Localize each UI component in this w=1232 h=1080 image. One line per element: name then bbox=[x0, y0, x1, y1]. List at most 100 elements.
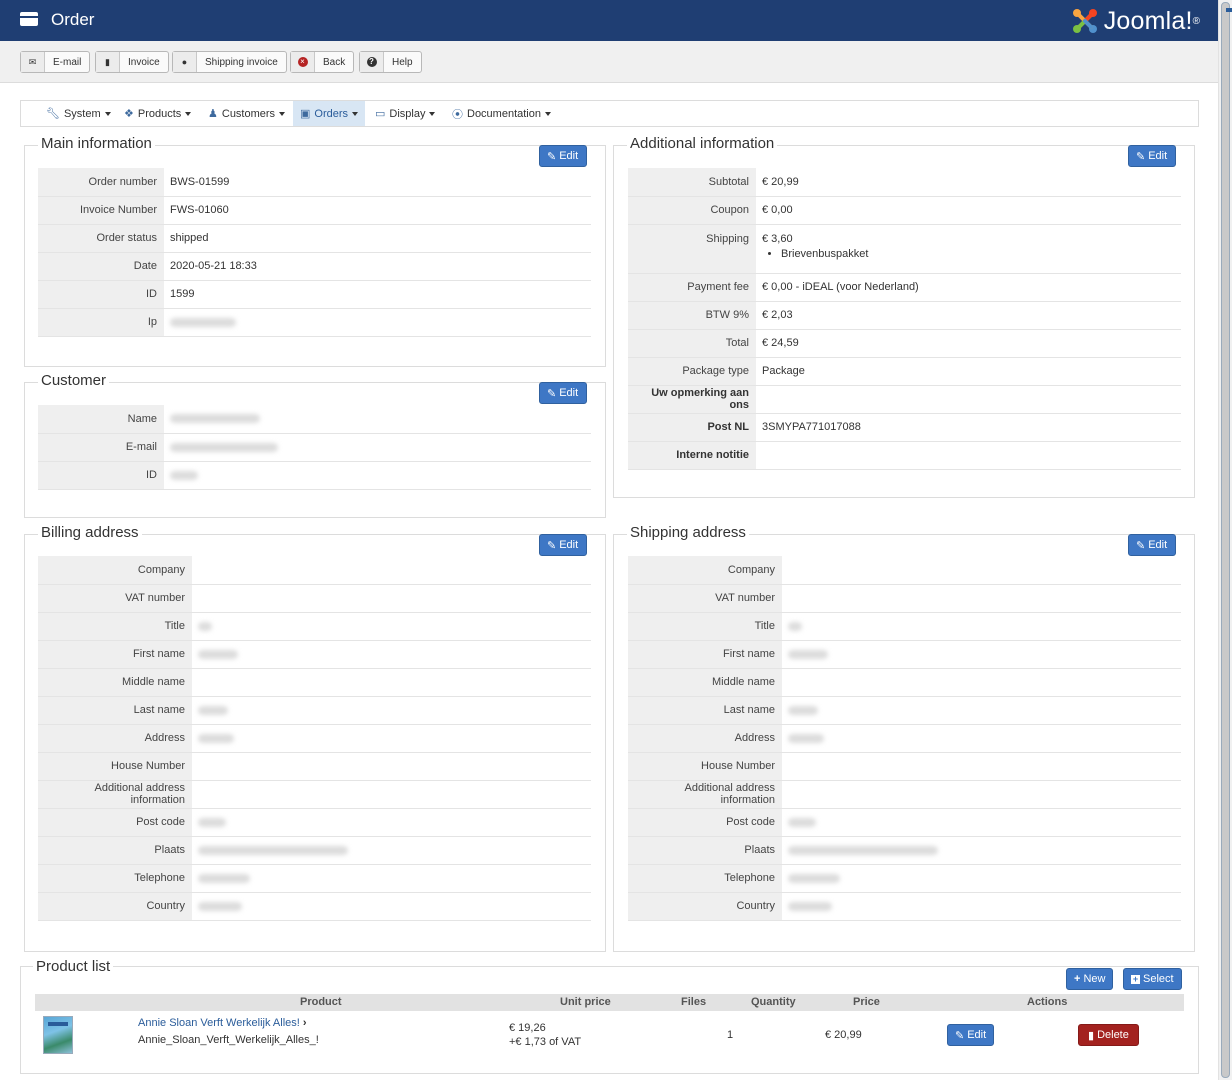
envelope-icon: ✉ bbox=[21, 52, 45, 72]
page-title: Order bbox=[51, 10, 95, 29]
wrench-icon: 🔧︎ bbox=[46, 108, 60, 120]
redacted-value bbox=[788, 649, 828, 659]
table-row: Company bbox=[628, 556, 1181, 585]
toolbar: ✉ E-mail ▮ Invoice ● Shipping invoice × … bbox=[0, 41, 1218, 83]
table-row: Plaats bbox=[38, 836, 591, 865]
select-product-button[interactable]: + Select bbox=[1123, 968, 1182, 990]
email-button[interactable]: ✉ E-mail bbox=[20, 51, 91, 73]
table-row: Company bbox=[38, 556, 591, 585]
quantity: 1 bbox=[727, 1029, 734, 1041]
table-row: First name bbox=[38, 640, 591, 669]
product-thumbnail[interactable] bbox=[43, 1016, 73, 1054]
table-row: First name bbox=[628, 640, 1181, 669]
table-row: Middle name bbox=[38, 668, 591, 697]
product-name-link[interactable]: Annie Sloan Verft Werkelijk Alles! › bbox=[138, 1017, 307, 1029]
table-row: Invoice Number FWS-01060 bbox=[38, 196, 591, 225]
table-row: Middle name bbox=[628, 668, 1181, 697]
menu-customers[interactable]: ♟ Customers bbox=[201, 101, 292, 126]
caret-down-icon bbox=[429, 111, 436, 116]
pencil-icon: ✎ bbox=[1136, 539, 1146, 552]
new-product-button[interactable]: + New bbox=[1066, 968, 1114, 990]
table-row: Shipping€ 3,60Brievenbuspakket bbox=[628, 224, 1181, 274]
plus-icon: + bbox=[1074, 973, 1081, 985]
redacted-value bbox=[198, 873, 250, 883]
redacted-value bbox=[198, 621, 212, 631]
panel-title: Shipping address bbox=[627, 524, 749, 541]
edit-main-information-button[interactable]: ✎ Edit bbox=[539, 145, 588, 167]
table-row: Total € 24,59 bbox=[628, 329, 1181, 358]
redacted-value bbox=[198, 649, 238, 659]
table-row: House Number bbox=[628, 752, 1181, 781]
question-circle-icon: ? bbox=[366, 57, 377, 67]
table-row: VAT number bbox=[38, 584, 591, 613]
page-scrollbar[interactable] bbox=[1218, 0, 1232, 1080]
table-row: Name bbox=[38, 405, 591, 434]
table-row: Coupon € 0,00 bbox=[628, 196, 1181, 225]
redacted-value bbox=[788, 845, 938, 855]
table-row: VAT number bbox=[628, 584, 1181, 613]
redacted-value bbox=[788, 901, 832, 911]
delete-product-button[interactable]: ▮ Delete bbox=[1078, 1024, 1139, 1046]
table-row: Interne notitie bbox=[628, 441, 1181, 470]
menu-products[interactable]: ❖ Products bbox=[117, 101, 198, 126]
table-row: Uw opmerking aan ons bbox=[628, 385, 1181, 414]
table-row: Date 2020-05-21 18:33 bbox=[38, 252, 591, 281]
invoice-button[interactable]: ▮ Invoice bbox=[95, 51, 169, 73]
redacted-value bbox=[198, 817, 226, 827]
edit-additional-information-button[interactable]: ✎ Edit bbox=[1128, 145, 1177, 167]
pencil-icon: ✎ bbox=[547, 539, 557, 552]
menu-documentation[interactable]: ⦿ Documentation bbox=[445, 101, 558, 126]
table-row: Order number BWS-01599 bbox=[38, 168, 591, 197]
main-information-table: Order number BWS-01599 Invoice Number FWS-… bbox=[38, 168, 591, 337]
table-row: Post code bbox=[38, 808, 591, 837]
table-row: Title bbox=[38, 612, 591, 641]
menu-display[interactable]: ▭ Display bbox=[368, 101, 442, 126]
user-icon: ♟ bbox=[208, 108, 218, 120]
table-row: ID bbox=[38, 461, 591, 490]
redacted-value bbox=[170, 317, 236, 327]
cubes-icon: ❖ bbox=[124, 108, 134, 120]
panel-title: Main information bbox=[38, 135, 155, 152]
table-row: ID 1599 bbox=[38, 280, 591, 309]
menu-orders[interactable]: ▣ Orders bbox=[293, 101, 366, 126]
credit-card-icon bbox=[20, 12, 38, 26]
redacted-value bbox=[170, 414, 260, 424]
unit-price: € 19,26 bbox=[509, 1022, 546, 1034]
scrollbar-thumb[interactable] bbox=[1221, 2, 1232, 1078]
joomla-logo[interactable]: Joomla! ® bbox=[1070, 5, 1200, 37]
caret-down-icon bbox=[545, 111, 551, 116]
help-button[interactable]: ? Help bbox=[359, 51, 422, 73]
document-icon: ▮ bbox=[96, 52, 120, 72]
edit-customer-button[interactable]: ✎ Edit bbox=[539, 382, 588, 404]
lifebuoy-icon: ⦿ bbox=[452, 108, 463, 121]
component-menu: 🔧︎ System ❖ Products ♟ Customers ▣ Orders ▭ D… bbox=[20, 100, 1199, 127]
edit-billing-address-button[interactable]: ✎ Edit bbox=[539, 534, 588, 556]
table-row: Plaats bbox=[628, 836, 1181, 865]
redacted-value bbox=[788, 705, 818, 715]
table-row: Address bbox=[628, 724, 1181, 753]
shipping-method-list: Brievenbuspakket bbox=[762, 248, 1175, 260]
table-row: Country bbox=[628, 892, 1181, 921]
pencil-icon: ✎ bbox=[547, 150, 557, 163]
back-button[interactable]: × Back bbox=[290, 51, 355, 73]
table-row: Post NL 3SMYPA771017088 bbox=[628, 413, 1181, 442]
shipping-invoice-button[interactable]: ● Shipping invoice bbox=[172, 51, 287, 73]
unit-price-vat: +€ 1,73 of VAT bbox=[509, 1036, 582, 1048]
monitor-icon: ▭ bbox=[375, 108, 386, 120]
table-row: Ip bbox=[38, 308, 591, 337]
menu-system[interactable]: 🔧︎ System bbox=[39, 101, 118, 126]
pencil-icon: ✎ bbox=[547, 387, 557, 400]
panel-title: Customer bbox=[38, 372, 110, 389]
edit-product-button[interactable]: ✎ Edit bbox=[947, 1024, 995, 1046]
panel-title: Product list bbox=[33, 958, 114, 975]
edit-shipping-address-button[interactable]: ✎ Edit bbox=[1128, 534, 1177, 556]
table-row: Subtotal € 20,99 bbox=[628, 168, 1181, 197]
table-row: Address bbox=[38, 724, 591, 753]
table-row: Country bbox=[38, 892, 591, 921]
redacted-value bbox=[170, 442, 278, 452]
pencil-icon: ✎ bbox=[955, 1029, 965, 1042]
redacted-value bbox=[788, 733, 824, 743]
redacted-value bbox=[198, 901, 242, 911]
table-row: Payment fee € 0,00 - iDEAL (voor Nederlan… bbox=[628, 273, 1181, 302]
redacted-value bbox=[198, 733, 234, 743]
